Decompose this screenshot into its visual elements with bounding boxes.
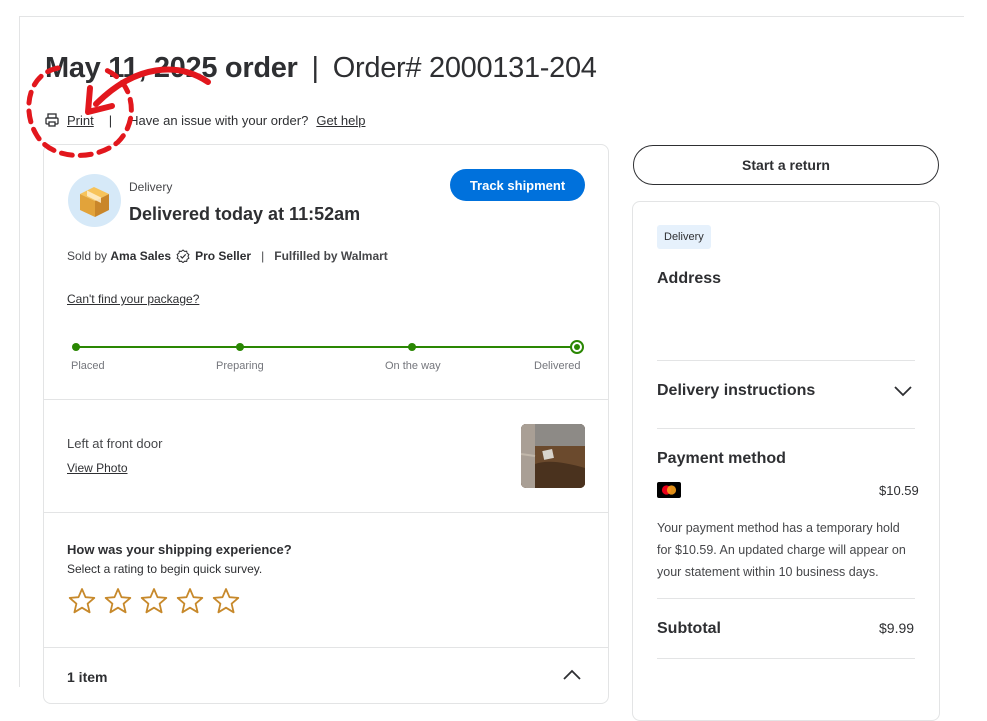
survey-question: How was your shipping experience? (67, 542, 292, 557)
seller-badge: Pro Seller (195, 249, 252, 263)
left-border (19, 16, 20, 687)
seller-name: Ama Sales (110, 249, 172, 263)
delivery-photo[interactable] (521, 424, 585, 488)
delivery-tag: Delivery (657, 225, 711, 249)
step-dot-placed (72, 343, 80, 351)
verified-badge-icon (176, 249, 190, 263)
step-label-on-the-way: On the way (385, 360, 441, 372)
issue-text: Have an issue with your order? (129, 112, 309, 128)
order-number: Order# 2000131-204 (332, 52, 597, 84)
subtotal-label: Subtotal (657, 620, 721, 637)
view-photo-link[interactable]: View Photo (67, 461, 128, 475)
survey-subtitle: Select a rating to begin quick survey. (67, 562, 263, 576)
chevron-down-icon[interactable] (893, 385, 913, 397)
track-shipment-button[interactable]: Track shipment (450, 169, 585, 201)
get-help-link[interactable]: Get help (316, 113, 365, 128)
step-label-placed: Placed (71, 360, 105, 372)
cant-find-package-link[interactable]: Can't find your package? (67, 292, 199, 306)
step-dot-on-the-way (408, 343, 416, 351)
star-rating (68, 587, 240, 615)
star-icon[interactable] (176, 587, 204, 615)
start-return-button[interactable]: Start a return (633, 145, 939, 185)
items-count: 1 item (67, 669, 108, 685)
summary-divider (657, 428, 915, 429)
star-icon[interactable] (140, 587, 168, 615)
seller-info: Sold by Ama Sales Pro Seller | Fulfilled… (67, 249, 388, 263)
top-divider (20, 16, 964, 17)
page-title: May 11, 2025 order | Order# 2000131-204 (45, 52, 597, 85)
order-date: May 11, 2025 order (45, 52, 298, 84)
summary-divider (657, 360, 915, 361)
summary-divider (657, 658, 915, 659)
star-icon[interactable] (104, 587, 132, 615)
star-icon[interactable] (68, 587, 96, 615)
title-separator: | (311, 52, 320, 84)
seller-separator: | (261, 249, 265, 263)
shipment-type-label: Delivery (129, 180, 173, 194)
step-label-preparing: Preparing (216, 360, 264, 372)
payment-method-heading: Payment method (657, 450, 786, 467)
step-dot-preparing (236, 343, 244, 351)
fulfilled-by: Fulfilled by Walmart (274, 249, 388, 263)
card-divider (44, 647, 609, 648)
payment-amount: $10.59 (879, 483, 919, 498)
print-link[interactable]: Print (67, 113, 94, 128)
mastercard-icon (657, 482, 681, 498)
print-help-row: Print | Have an issue with your order? G… (44, 112, 365, 128)
printer-icon[interactable] (44, 112, 60, 128)
summary-divider (657, 598, 915, 599)
subtotal-value: $9.99 (879, 620, 915, 636)
delivery-location: Left at front door (67, 436, 163, 451)
sold-by-prefix: Sold by (67, 249, 108, 263)
card-divider (44, 512, 609, 513)
chevron-up-icon[interactable] (562, 669, 582, 681)
package-icon (68, 174, 121, 227)
card-divider (44, 399, 609, 400)
step-dot-delivered (570, 340, 584, 354)
address-heading: Address (657, 270, 722, 287)
print-separator: | (108, 112, 113, 128)
step-label-delivered: Delivered (534, 360, 581, 372)
star-icon[interactable] (212, 587, 240, 615)
payment-hold-notice: Your payment method has a temporary hold… (657, 521, 906, 579)
delivery-status: Delivered today at 11:52am (129, 204, 361, 224)
progress-track (76, 346, 576, 348)
delivery-instructions-heading[interactable]: Delivery instructions (657, 382, 815, 400)
